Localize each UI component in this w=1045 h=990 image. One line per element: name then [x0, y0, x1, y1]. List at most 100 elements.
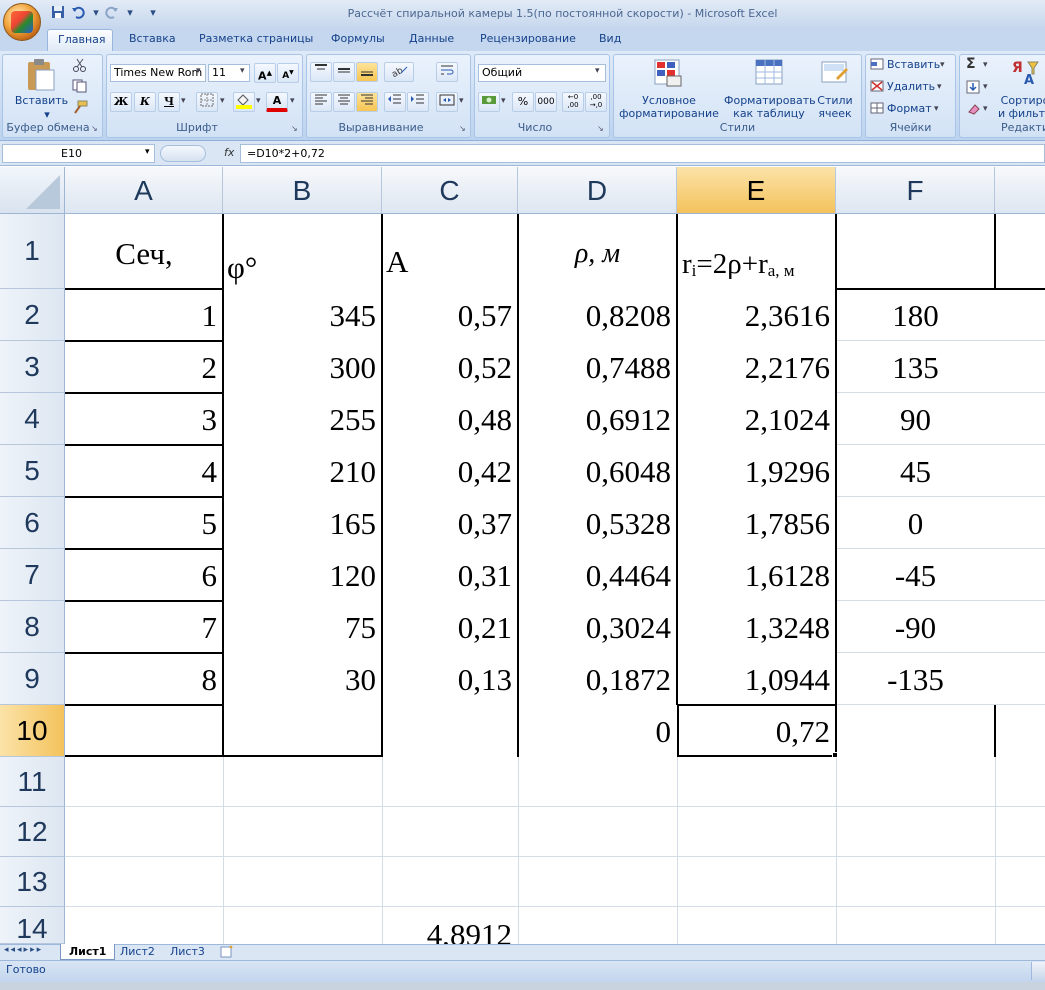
row-header-9[interactable]: 9	[0, 653, 65, 705]
cell-f5[interactable]: 45	[836, 445, 995, 497]
sheet-tab-2[interactable]: Лист2	[112, 944, 163, 960]
insert-sheet-icon[interactable]	[218, 945, 236, 958]
fill-color-icon[interactable]	[233, 92, 255, 112]
cell-b3[interactable]: 300	[223, 341, 382, 393]
column-header-e[interactable]: E	[677, 167, 836, 214]
italic-button[interactable]: К	[134, 92, 156, 112]
row-header-1[interactable]: 1	[0, 214, 65, 289]
decrease-indent-icon[interactable]	[384, 92, 406, 112]
cell-c6[interactable]: 0,37	[382, 497, 518, 549]
borders-dropdown-icon[interactable]: ▾	[220, 96, 225, 106]
cell-c3[interactable]: 0,52	[382, 341, 518, 393]
cell-c8[interactable]: 0,21	[382, 601, 518, 653]
row-header-2[interactable]: 2	[0, 289, 65, 341]
format-as-table-icon[interactable]	[754, 58, 784, 88]
name-box[interactable]: E10	[2, 144, 155, 163]
cell-f2[interactable]: 180	[836, 289, 995, 341]
font-color-dropdown-icon[interactable]: ▾	[290, 96, 295, 106]
row-header-3[interactable]: 3	[0, 341, 65, 393]
name-box-dropdown-icon[interactable]: ▾	[145, 147, 150, 157]
cell-e3[interactable]: 2,2176	[677, 341, 836, 393]
decrease-decimal-icon[interactable]: ,00 →,0	[585, 92, 607, 112]
bold-button[interactable]: Ж	[110, 92, 132, 112]
clear-dropdown-icon[interactable]: ▾	[983, 104, 988, 114]
insert-cells-icon[interactable]	[870, 58, 884, 70]
cell-f9[interactable]: -135	[836, 653, 995, 705]
currency-dropdown-icon[interactable]: ▾	[501, 96, 506, 106]
formula-bar-resizer[interactable]	[160, 145, 206, 162]
cell-e5[interactable]: 1,9296	[677, 445, 836, 497]
font-size-dropdown-icon[interactable]: ▾	[240, 66, 245, 76]
cell-e4[interactable]: 2,1024	[677, 393, 836, 445]
tab-data[interactable]: Данные	[399, 29, 464, 51]
cell-e2[interactable]: 2,3616	[677, 289, 836, 341]
row-header-5[interactable]: 5	[0, 445, 65, 497]
cell-a1[interactable]: Сеч,	[65, 214, 223, 289]
cell-a6[interactable]: 5	[65, 497, 223, 549]
thousands-separator-button[interactable]: 000	[535, 92, 557, 112]
row-header-11[interactable]: 11	[0, 757, 65, 807]
conditional-formatting-label-2[interactable]: форматирование	[615, 107, 723, 120]
tab-formulas[interactable]: Формулы	[321, 29, 395, 51]
cell-c9[interactable]: 0,13	[382, 653, 518, 705]
column-header-g[interactable]	[995, 167, 1045, 214]
fill-color-dropdown-icon[interactable]: ▾	[256, 96, 261, 106]
format-as-table-label-1[interactable]: Форматировать	[724, 94, 816, 107]
select-all-button[interactable]	[0, 167, 65, 214]
cell-b2[interactable]: 345	[223, 289, 382, 341]
cell-a4[interactable]: 3	[65, 393, 223, 445]
number-format-box[interactable]: Общий	[478, 64, 606, 82]
cell-a8[interactable]: 7	[65, 601, 223, 653]
dialog-launcher-icon[interactable]: ↘	[459, 124, 466, 133]
cell-d8[interactable]: 0,3024	[518, 601, 677, 653]
cell-b4[interactable]: 255	[223, 393, 382, 445]
autosum-dropdown-icon[interactable]: ▾	[983, 60, 988, 70]
cell-d7[interactable]: 0,4464	[518, 549, 677, 601]
cell-d1[interactable]: ρ, м	[518, 214, 677, 289]
fill-icon[interactable]	[966, 80, 980, 94]
increase-indent-icon[interactable]	[407, 92, 429, 112]
column-header-c[interactable]: C	[382, 167, 518, 214]
office-button[interactable]	[3, 3, 41, 41]
cell-a2[interactable]: 1	[65, 289, 223, 341]
cell-f3[interactable]: 135	[836, 341, 995, 393]
cell-f4[interactable]: 90	[836, 393, 995, 445]
cell-a7[interactable]: 6	[65, 549, 223, 601]
insert-cells-button[interactable]: Вставить	[887, 58, 940, 71]
sheet-nav-arrows-icon[interactable]: ◂◂◂▸▸▸	[4, 945, 43, 955]
column-header-b[interactable]: B	[223, 167, 382, 214]
cell-f8[interactable]: -90	[836, 601, 995, 653]
dialog-launcher-icon[interactable]: ↘	[291, 124, 298, 133]
cell-e9[interactable]: 1,0944	[677, 653, 836, 705]
format-as-table-label-2[interactable]: как таблицу	[724, 107, 814, 120]
cell-styles-label-2[interactable]: ячеек	[812, 107, 858, 120]
cell-c2[interactable]: 0,57	[382, 289, 518, 341]
cell-d10[interactable]: 0	[518, 705, 677, 757]
format-cells-button[interactable]: Формат	[887, 102, 932, 115]
sort-filter-label-1[interactable]: Сортиро	[995, 94, 1045, 107]
cell-b8[interactable]: 75	[223, 601, 382, 653]
cell-f6[interactable]: 0	[836, 497, 995, 549]
fill-dropdown-icon[interactable]: ▾	[983, 82, 988, 92]
align-bottom-icon[interactable]	[356, 62, 378, 82]
row-header-6[interactable]: 6	[0, 497, 65, 549]
row-header-10[interactable]: 10	[0, 705, 65, 757]
row-header-12[interactable]: 12	[0, 807, 65, 857]
cell-c5[interactable]: 0,42	[382, 445, 518, 497]
cell-b6[interactable]: 165	[223, 497, 382, 549]
cell-d3[interactable]: 0,7488	[518, 341, 677, 393]
cell-a5[interactable]: 4	[65, 445, 223, 497]
formula-input[interactable]: =D10*2+0,72	[240, 144, 1045, 163]
cell-d5[interactable]: 0,6048	[518, 445, 677, 497]
cell-c14[interactable]: 4,8912	[382, 907, 518, 944]
insert-function-icon[interactable]: fx	[224, 146, 234, 159]
cell-b5[interactable]: 210	[223, 445, 382, 497]
clear-icon[interactable]	[966, 102, 980, 116]
merge-dropdown-icon[interactable]: ▾	[459, 96, 464, 106]
align-left-icon[interactable]	[310, 92, 332, 112]
tab-view[interactable]: Вид	[589, 29, 631, 51]
cell-styles-label-1[interactable]: Стили	[812, 94, 858, 107]
cell-f1[interactable]	[836, 214, 995, 289]
cell-c7[interactable]: 0,31	[382, 549, 518, 601]
cell-e8[interactable]: 1,3248	[677, 601, 836, 653]
